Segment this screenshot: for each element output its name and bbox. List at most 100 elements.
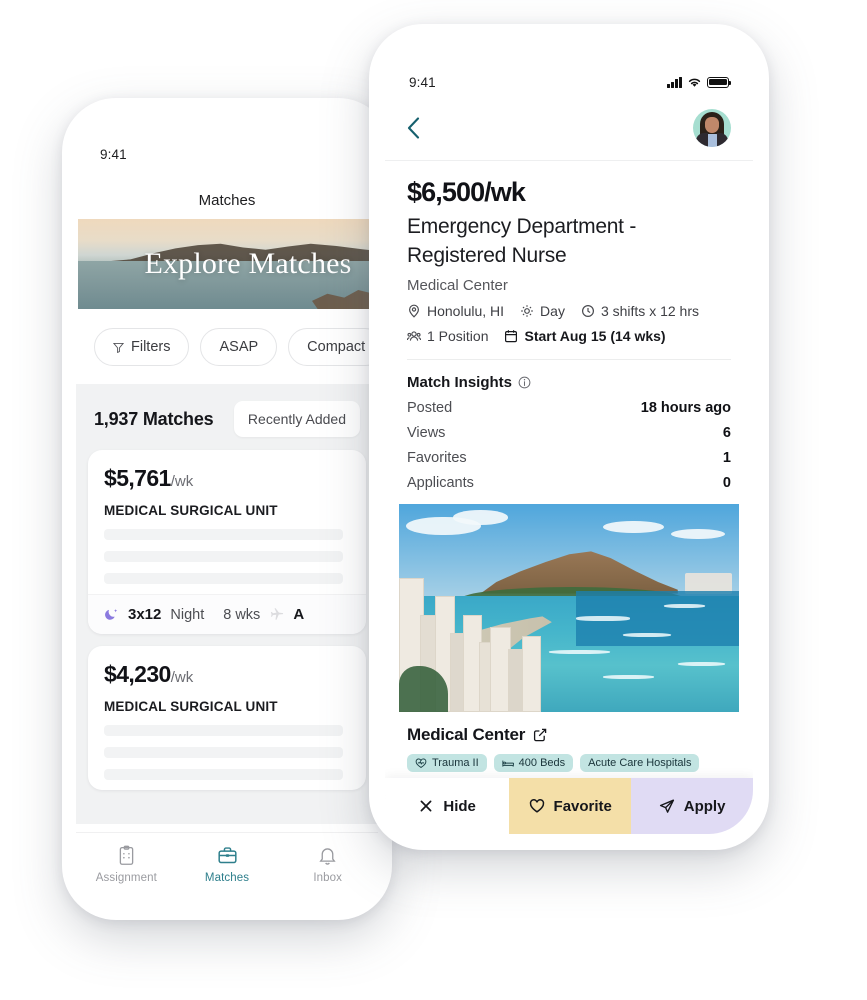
match-insights: Match Insights Posted 18 hours ago Views… <box>385 360 753 504</box>
photo-city-skyline <box>399 558 542 713</box>
detail-scroll: $6,500/wk Emergency Department - Registe… <box>385 161 753 773</box>
meta-location: Honolulu, HI <box>407 303 504 319</box>
hide-button[interactable]: Hide <box>385 778 510 834</box>
photo-cloud <box>603 520 665 534</box>
briefcase-icon <box>217 847 237 864</box>
tab-assignment[interactable]: Assignment <box>76 845 177 884</box>
heart-monitor-icon <box>415 758 427 768</box>
bell-icon <box>319 848 336 865</box>
job-card-unit: MEDICAL SURGICAL UNIT <box>104 503 278 518</box>
photo-surf <box>623 633 671 638</box>
insight-value: 18 hours ago <box>640 400 731 417</box>
insight-label: Posted <box>407 400 453 417</box>
meta-positions: 1 Position <box>407 328 488 344</box>
photo-cloud <box>453 510 508 525</box>
match-insights-title: Match Insights <box>407 374 731 391</box>
clipboard-icon <box>119 845 134 865</box>
info-circle-icon[interactable] <box>518 376 531 389</box>
placeholder-line <box>104 529 343 540</box>
status-time: 9:41 <box>100 146 127 162</box>
screenshot-stage: 9:41 Matches Explore Matches Filters ASA… <box>0 0 867 1000</box>
phone-right-job-detail: 9:41 $6,500/wk Emergency Department - Re… <box>369 24 769 850</box>
hide-button-label: Hide <box>443 797 476 815</box>
hero-label: Explore Matches <box>144 247 352 280</box>
photo-surf <box>548 649 610 654</box>
job-card-travel: A <box>293 606 305 623</box>
job-card-shift: 3x12 <box>128 606 162 623</box>
meta-shift-label: Day <box>540 303 565 320</box>
job-facility: Medical Center <box>407 277 508 295</box>
facility-tag: Trauma II <box>407 754 487 773</box>
placeholder-line <box>104 551 343 562</box>
facility-tag-label: Acute Care Hospitals <box>588 757 692 770</box>
avatar-face <box>705 117 719 133</box>
meta-hours: 3 shifts x 12 hrs <box>581 303 699 319</box>
job-card-shift-type: Night <box>170 606 205 623</box>
photo-far-building <box>684 572 733 594</box>
back-chevron-icon[interactable] <box>407 117 420 139</box>
battery-icon <box>707 76 731 88</box>
tab-matches[interactable]: Matches <box>177 845 278 884</box>
filters-pill-label: Filters <box>131 339 171 355</box>
job-card-body: $4,230/wk MEDICAL SURGICAL UNIT <box>88 646 366 790</box>
heart-icon <box>529 799 544 813</box>
status-indicators <box>667 76 731 88</box>
phone-left-screen: 9:41 Matches Explore Matches Filters ASA… <box>76 112 378 906</box>
filter-pill-row: Filters ASAP Compact <box>76 309 378 384</box>
location-pin-icon <box>408 304 420 318</box>
facility-block: Medical Center Trauma II 400 Beds Acute … <box>385 712 753 773</box>
avatar[interactable] <box>693 109 731 147</box>
tab-assignment-label: Assignment <box>95 872 157 884</box>
phone-left-matches: 9:41 Matches Explore Matches Filters ASA… <box>62 98 392 920</box>
insight-row: Applicants 0 <box>407 475 731 491</box>
favorite-button-label: Favorite <box>553 797 612 815</box>
job-card-footer: 3x12 Night 8 wks A <box>88 594 366 634</box>
bottom-tab-bar: Assignment Matches Inbox <box>76 832 378 906</box>
status-bar-left: 9:41 <box>76 112 378 170</box>
job-card-rate-value: $4,230 <box>104 661 171 687</box>
asap-pill-label: ASAP <box>219 339 259 355</box>
job-card[interactable]: $5,761/wk MEDICAL SURGICAL UNIT 3x12 Nig… <box>88 450 366 634</box>
funnel-icon <box>113 342 124 353</box>
insight-row: Views 6 <box>407 425 731 441</box>
placeholder-line <box>104 747 343 758</box>
tab-inbox[interactable]: Inbox <box>277 845 378 884</box>
meta-hours-label: 3 shifts x 12 hrs <box>600 303 699 320</box>
cellular-signal-icon <box>667 76 682 88</box>
job-meta-row-2: 1 Position Start Aug 15 (14 wks) <box>407 328 731 344</box>
job-title: Emergency Department - Registered Nurse <box>407 213 731 270</box>
job-title-line2: Registered Nurse <box>407 243 567 267</box>
asap-pill[interactable]: ASAP <box>200 328 278 366</box>
page-title: Matches <box>198 192 256 209</box>
job-card-rate: $5,761/wk <box>104 465 350 492</box>
explore-matches-hero[interactable]: Explore Matches <box>78 219 376 309</box>
matches-count: 1,937 Matches <box>94 408 214 429</box>
job-card-rate-unit: /wk <box>170 473 194 490</box>
external-link-icon[interactable] <box>533 728 547 742</box>
status-time: 9:41 <box>409 74 436 90</box>
filters-pill[interactable]: Filters <box>94 328 190 366</box>
paper-plane-icon <box>659 799 674 813</box>
facility-name-row[interactable]: Medical Center <box>407 725 731 745</box>
calendar-icon <box>505 330 518 343</box>
compact-pill[interactable]: Compact <box>288 328 378 366</box>
location-photo <box>399 504 739 713</box>
facility-name: Medical Center <box>407 725 526 745</box>
photo-surf <box>664 603 705 609</box>
favorite-button[interactable]: Favorite <box>509 778 632 834</box>
sort-dropdown[interactable]: Recently Added <box>233 401 360 437</box>
matches-list: 1,937 Matches Recently Added $5,761/wk M… <box>76 384 378 824</box>
match-insights-heading: Match Insights <box>407 374 513 392</box>
placeholder-line <box>104 725 343 736</box>
job-card[interactable]: $4,230/wk MEDICAL SURGICAL UNIT <box>88 646 366 790</box>
insight-row: Posted 18 hours ago <box>407 400 731 416</box>
apply-button[interactable]: Apply <box>631 778 753 834</box>
job-card-duration: 8 wks <box>223 606 261 623</box>
insight-row: Favorites 1 <box>407 450 731 466</box>
job-rate: $6,500/wk <box>407 177 526 207</box>
bed-icon <box>502 760 514 767</box>
photo-surf <box>575 616 631 621</box>
meta-shift: Day <box>520 303 565 319</box>
job-summary: $6,500/wk Emergency Department - Registe… <box>385 161 753 344</box>
facility-tag-label: Trauma II <box>432 757 479 770</box>
